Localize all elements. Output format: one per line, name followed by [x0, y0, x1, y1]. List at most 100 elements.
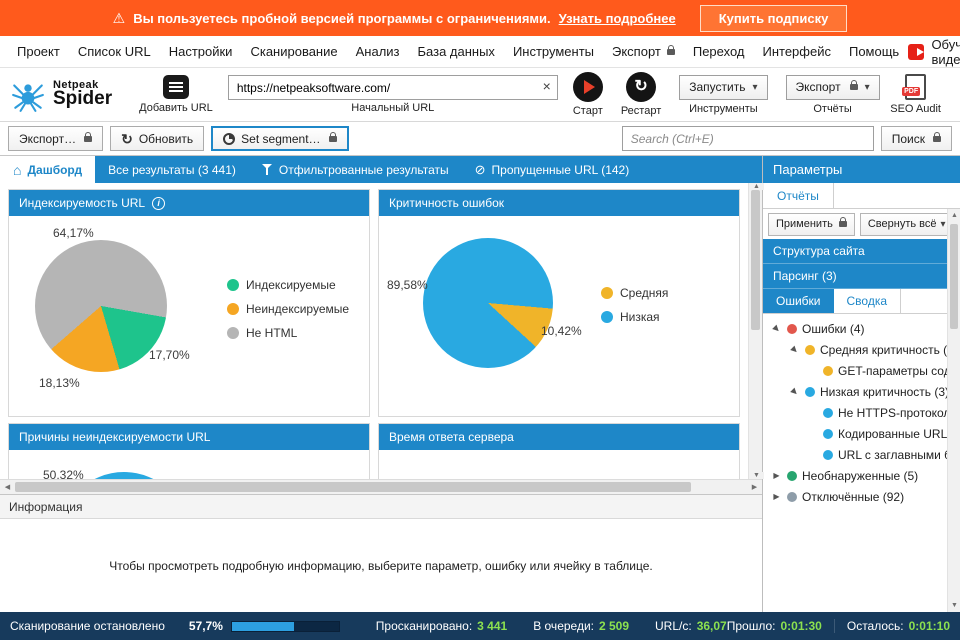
pie-value-label: 50,32%	[43, 468, 84, 479]
menu-tools[interactable]: Инструменты	[504, 39, 603, 64]
search-input[interactable]	[622, 126, 874, 151]
expander-icon[interactable]: ▶	[770, 322, 783, 335]
chart-legend: Средняя Низкая	[601, 286, 668, 324]
dashboard-vertical-scrollbar[interactable]: ▲ ▼	[748, 183, 762, 479]
lock-icon	[667, 49, 675, 55]
info-icon[interactable]: i	[152, 197, 165, 210]
scroll-down-icon[interactable]: ▼	[948, 599, 960, 612]
legend-dot	[227, 303, 239, 315]
restart-button[interactable]: ↻ Рестарт	[621, 72, 661, 117]
dashboard-charts: Индексируемость URL i 64,17% 17,70% 18,1…	[0, 183, 762, 479]
tab-all-results[interactable]: Все результаты (3 441)	[95, 156, 249, 183]
legend-item-medium: Средняя	[601, 286, 668, 300]
legend-item-low: Низкая	[601, 310, 668, 324]
tree-item-non-https[interactable]: Не HTTPS-протокол (3	[763, 402, 947, 423]
lock-icon	[839, 221, 847, 227]
tab-filtered-results[interactable]: Отфильтрованные результаты	[249, 156, 462, 183]
response-time-chart-card: Время ответа сервера	[378, 423, 740, 479]
pie-value-label: 64,17%	[53, 226, 94, 240]
run-tools-dropdown[interactable]: Запустить ▾	[679, 75, 767, 100]
youtube-icon	[908, 44, 924, 60]
trial-banner: ⚠ Вы пользуетесь пробной версией програм…	[0, 0, 960, 36]
tree-item-errors[interactable]: ▶ Ошибки (4)	[763, 318, 947, 339]
tree-item-uppercase-urls[interactable]: URL с заглавными бу	[763, 444, 947, 465]
tree-item-medium-severity[interactable]: ▶ Средняя критичность (1)	[763, 339, 947, 360]
reports-sidebar: Параметры Отчёты Применить Свернуть всё …	[762, 156, 960, 612]
section-parsing[interactable]: Парсинг (3)	[763, 264, 947, 289]
expander-icon[interactable]: ▶	[788, 385, 801, 398]
refresh-icon: ↻	[121, 132, 133, 146]
tree-item-undetected[interactable]: ▶ Необнаруженные (5)	[763, 465, 947, 486]
vertical-scroll-thumb[interactable]	[751, 190, 760, 330]
severity-pie-chart	[423, 238, 553, 368]
seo-audit-button[interactable]: PDF SEO Audit	[890, 74, 941, 115]
warning-icon: ⚠	[113, 10, 126, 27]
legend-item-indexable: Индексируемые	[227, 278, 349, 292]
error-bullet	[787, 471, 797, 481]
menu-bar: Проект Список URL Настройки Сканирование…	[0, 36, 960, 68]
add-url-button[interactable]: Добавить URL	[139, 75, 213, 114]
scroll-down-icon[interactable]: ▼	[749, 472, 764, 479]
menu-project[interactable]: Проект	[8, 39, 69, 64]
expander-icon[interactable]: ▶	[771, 472, 782, 480]
tree-item-encoded-urls[interactable]: Кодированные URL (3	[763, 423, 947, 444]
learn-more-link[interactable]: Узнать подробнее	[559, 11, 676, 26]
buy-subscription-button[interactable]: Купить подписку	[700, 5, 848, 32]
menu-go[interactable]: Переход	[684, 39, 754, 64]
tab-dashboard[interactable]: ⌂ Дашборд	[0, 156, 95, 183]
expander-icon[interactable]: ▶	[788, 343, 801, 356]
section-site-structure[interactable]: Структура сайта	[763, 239, 947, 264]
tutorial-videos-link[interactable]: Обучающие видео	[908, 37, 960, 67]
tab-parameters[interactable]: Параметры	[763, 156, 960, 183]
dashboard-horizontal-scrollbar[interactable]: ◀ ▶	[0, 479, 762, 494]
pie-value-label: 17,70%	[149, 348, 190, 362]
expander-icon[interactable]: ▶	[771, 493, 782, 501]
sidebar-scroll-thumb[interactable]	[950, 224, 958, 329]
initial-url-input[interactable]	[228, 75, 558, 100]
tab-summary[interactable]: Сводка	[834, 289, 902, 313]
export-table-button[interactable]: Экспорт…	[8, 126, 103, 151]
scroll-left-icon[interactable]: ◀	[0, 480, 15, 494]
menu-export[interactable]: Экспорт	[603, 39, 684, 64]
menu-analysis[interactable]: Анализ	[347, 39, 409, 64]
export-reports-group: Экспорт ▾ Отчёты	[786, 75, 880, 115]
menu-crawling[interactable]: Сканирование	[241, 39, 346, 64]
tree-item-disabled[interactable]: ▶ Отключённые (92)	[763, 486, 947, 507]
apply-button[interactable]: Применить	[768, 213, 855, 236]
tab-errors[interactable]: Ошибки	[763, 289, 834, 313]
tree-item-get-params[interactable]: GET-параметры соде	[763, 360, 947, 381]
main-toolbar: Netpeak Spider Добавить URL × Начальный …	[0, 68, 960, 122]
search-button[interactable]: Поиск	[881, 126, 952, 151]
export-dropdown[interactable]: Экспорт ▾	[786, 75, 880, 100]
collapse-all-button[interactable]: Свернуть всё ▾	[860, 213, 960, 236]
add-url-icon	[163, 75, 189, 99]
scroll-right-icon[interactable]: ▶	[747, 480, 762, 494]
clear-url-icon[interactable]: ×	[543, 79, 551, 93]
trial-text: Вы пользуетесь пробной версией программы…	[133, 11, 550, 26]
legend-item-nonindexable: Неиндексируемые	[227, 302, 349, 316]
set-segment-button[interactable]: Set segment…	[211, 126, 348, 151]
scroll-up-icon[interactable]: ▲	[749, 183, 764, 190]
menu-interface[interactable]: Интерфейс	[754, 39, 840, 64]
menu-url-list[interactable]: Список URL	[69, 39, 160, 64]
menu-settings[interactable]: Настройки	[160, 39, 242, 64]
nonindexability-reasons-chart-card: Причины неиндексируемости URL 50,32%	[8, 423, 370, 479]
menu-database[interactable]: База данных	[409, 39, 504, 64]
menu-help[interactable]: Помощь	[840, 39, 908, 64]
refresh-button[interactable]: ↻ Обновить	[110, 126, 204, 151]
tab-skipped-urls[interactable]: ⊘ Пропущенные URL (142)	[462, 156, 643, 183]
run-tools-group: Запустить ▾ Инструменты	[679, 75, 767, 115]
horizontal-scroll-thumb[interactable]	[15, 482, 691, 492]
speed-counter: URL/с:36,07	[655, 619, 727, 633]
tree-item-low-severity[interactable]: ▶ Низкая критичность (3)	[763, 381, 947, 402]
segment-pie-icon	[223, 133, 235, 145]
scroll-up-icon[interactable]: ▲	[948, 209, 960, 222]
error-bullet	[823, 429, 833, 439]
chart-title: Причины неиндексируемости URL	[19, 430, 210, 444]
tab-reports[interactable]: Отчёты	[763, 183, 834, 208]
remaining-time: Осталось:0:01:10	[847, 619, 950, 633]
indexability-chart-card: Индексируемость URL i 64,17% 17,70% 18,1…	[8, 189, 370, 417]
sidebar-scrollbar[interactable]: ▲ ▼	[947, 209, 960, 612]
legend-dot	[227, 327, 239, 339]
start-button[interactable]: Старт	[573, 72, 603, 117]
